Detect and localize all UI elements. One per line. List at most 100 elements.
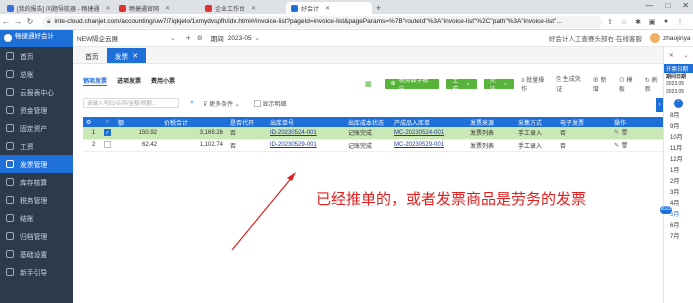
- tab-purchase-invoice[interactable]: 进项发票: [117, 76, 141, 86]
- delete-icon[interactable]: 🗑︎: [621, 143, 629, 149]
- sidebar-item-home[interactable]: 首页: [0, 47, 73, 65]
- sidebar-item-funds[interactable]: 资金管理: [0, 101, 73, 119]
- select-all-checkbox[interactable]: ✓: [104, 118, 111, 126]
- month-item[interactable]: 11月: [664, 142, 693, 153]
- minimize-icon[interactable]: —: [645, 1, 653, 10]
- promo-link[interactable]: 好会计人工查赛头部右·在线客服: [549, 33, 642, 43]
- browser-tab-active[interactable]: 好会计 ✕: [286, 2, 372, 14]
- month-item[interactable]: 8月: [664, 109, 693, 120]
- col-total: 价税合计: [161, 117, 227, 127]
- sidebar-toggle-icon[interactable]: ▣: [646, 18, 658, 26]
- row-checkbox[interactable]: ✓: [101, 127, 115, 140]
- tab-expense-receipt[interactable]: 费用小票: [151, 76, 175, 86]
- tab-sales-invoice[interactable]: 销项发票: [83, 76, 108, 86]
- col-select[interactable]: ✓: [101, 117, 115, 127]
- sidebar-item-inventory[interactable]: 库存核算: [0, 173, 73, 191]
- extensions-icon[interactable]: ✱: [632, 18, 644, 26]
- add-button[interactable]: ⊕ 新增: [593, 75, 612, 93]
- forward-icon[interactable]: →: [12, 17, 24, 26]
- tab-home[interactable]: 首页: [77, 48, 107, 63]
- search-icon[interactable]: ⌕: [190, 99, 194, 107]
- sidebar-item-payroll[interactable]: 工资: [0, 137, 73, 155]
- browser-tab[interactable]: 畅捷通官网 ✕: [114, 2, 200, 14]
- close-icon[interactable]: ✕: [669, 52, 674, 59]
- close-icon[interactable]: ✕: [132, 52, 138, 60]
- month-item[interactable]: 3月: [664, 186, 693, 197]
- month-item[interactable]: 6月: [664, 219, 693, 230]
- back-icon[interactable]: ←: [0, 17, 12, 26]
- row-checkbox[interactable]: [101, 139, 115, 152]
- period-value[interactable]: 2023-05: [228, 35, 252, 42]
- table-row[interactable]: 2 62.42 1,102.74 否 ID-20230529-001 记账完成 …: [83, 139, 663, 152]
- generate-voucher-button[interactable]: ⎘ 生成凭证: [556, 74, 585, 93]
- panel-subtitle: 期间日期: [666, 74, 687, 80]
- bookmark-star-icon[interactable]: ☆: [618, 18, 630, 26]
- edit-icon[interactable]: ✎: [614, 143, 619, 149]
- batch-operation-button[interactable]: ≡ 批量操作: [521, 75, 549, 93]
- new-tab-button[interactable]: +: [376, 2, 381, 14]
- close-icon[interactable]: ✕: [325, 5, 330, 12]
- close-window-icon[interactable]: ✕: [682, 1, 689, 10]
- reload-icon[interactable]: ↻: [24, 17, 36, 26]
- sidebar-item-invoice[interactable]: 发票管理: [0, 155, 73, 173]
- grid-view-icon[interactable]: ▦: [365, 80, 372, 88]
- show-detail-toggle[interactable]: 显示明细: [253, 99, 286, 108]
- close-icon[interactable]: ✕: [251, 5, 256, 12]
- delete-icon[interactable]: 🗑︎: [621, 130, 629, 136]
- url-input[interactable]: 🔒︎ inte-cloud.chanjet.com/accounting/uw7i…: [42, 15, 602, 28]
- refresh-button[interactable]: ↻ 刷新: [645, 75, 663, 93]
- more-conditions-button[interactable]: ⊽ 更多条件 ⌄: [203, 99, 240, 108]
- cell-cost-status: 记账完成: [345, 127, 391, 140]
- period-dropdown-icon[interactable]: ⌄: [255, 34, 260, 42]
- checkbox-icon[interactable]: ✓: [104, 129, 111, 137]
- close-icon[interactable]: ✕: [105, 5, 110, 12]
- maximize-icon[interactable]: □: [665, 1, 670, 10]
- sidebar-item-archive[interactable]: 归档管理: [0, 227, 73, 245]
- company-dropdown-icon[interactable]: ⌄: [170, 34, 175, 42]
- date-from[interactable]: 2023.05: [664, 81, 693, 89]
- sidebar-item-settings[interactable]: 基础设置: [0, 245, 73, 263]
- menu-icon[interactable]: ⋮: [674, 18, 686, 26]
- add-icon[interactable]: +: [186, 33, 191, 43]
- sidebar-item-guide[interactable]: 新手引导: [0, 263, 73, 281]
- month-item[interactable]: 9月: [664, 120, 693, 131]
- date-to[interactable]: 2023.05: [664, 89, 693, 97]
- month-item[interactable]: 10月: [664, 131, 693, 142]
- search-input[interactable]: 请输入号码/名称/金额/税额... ⌕: [83, 98, 194, 108]
- month-nav-up[interactable]: ⌃: [664, 97, 693, 109]
- inbound-link[interactable]: MC-20230524-001: [391, 127, 467, 140]
- chevron-down-icon[interactable]: ⌄: [683, 52, 688, 59]
- table-row[interactable]: 1 ✓ 150.92 3,169.26 否 ID-20230524-001 记账…: [83, 127, 663, 140]
- voucher-dropdown-button[interactable]: 凭证 ⌄: [483, 78, 515, 93]
- tax-digital-account-button[interactable]: ⊕ 税务数字账户: [384, 78, 440, 93]
- close-icon[interactable]: ✕: [165, 5, 170, 12]
- month-item[interactable]: 1月: [664, 164, 693, 175]
- panel-expand-icon[interactable]: ›: [656, 98, 663, 112]
- month-item[interactable]: 7月: [664, 230, 693, 241]
- sidebar-item-closing[interactable]: 结账: [0, 209, 73, 227]
- browser-tab[interactable]: [我的报告] 问题导航器 - 畅捷通 ✕: [2, 2, 114, 14]
- checkbox-icon[interactable]: [104, 141, 111, 149]
- user-name[interactable]: zhaojinyan: [663, 35, 691, 42]
- sidebar-item-ledger[interactable]: 总账: [0, 65, 73, 83]
- outbound-link[interactable]: ID-20230524-001: [267, 127, 345, 140]
- profile-icon[interactable]: ●: [660, 18, 672, 25]
- month-item[interactable]: 12月: [664, 153, 693, 164]
- outbound-link[interactable]: ID-20230529-001: [267, 139, 345, 152]
- generate-button[interactable]: 生成 ⌄: [446, 78, 477, 93]
- share-icon[interactable]: ⇪: [604, 18, 616, 26]
- gear-icon[interactable]: ⚙: [86, 120, 91, 126]
- tab-invoice[interactable]: 发票 ✕: [106, 48, 146, 63]
- inbound-link[interactable]: MC-20230529-001: [391, 139, 467, 152]
- sidebar-item-tax[interactable]: 税务管理: [0, 191, 73, 209]
- company-selector[interactable]: NEW隔企云展: [77, 33, 118, 43]
- sidebar-item-assets[interactable]: 固定资产: [0, 119, 73, 137]
- edit-icon[interactable]: ✎: [614, 130, 619, 136]
- template-button[interactable]: ⊙ 模板: [619, 75, 638, 93]
- month-item[interactable]: 2月: [664, 175, 693, 186]
- sidebar-item-reports[interactable]: 云报表中心: [0, 83, 73, 101]
- browser-tab[interactable]: 企业工作台 ✕: [200, 2, 286, 14]
- avatar[interactable]: [650, 33, 660, 43]
- gear-icon[interactable]: ⚙: [197, 34, 203, 42]
- assets-icon: [6, 124, 14, 132]
